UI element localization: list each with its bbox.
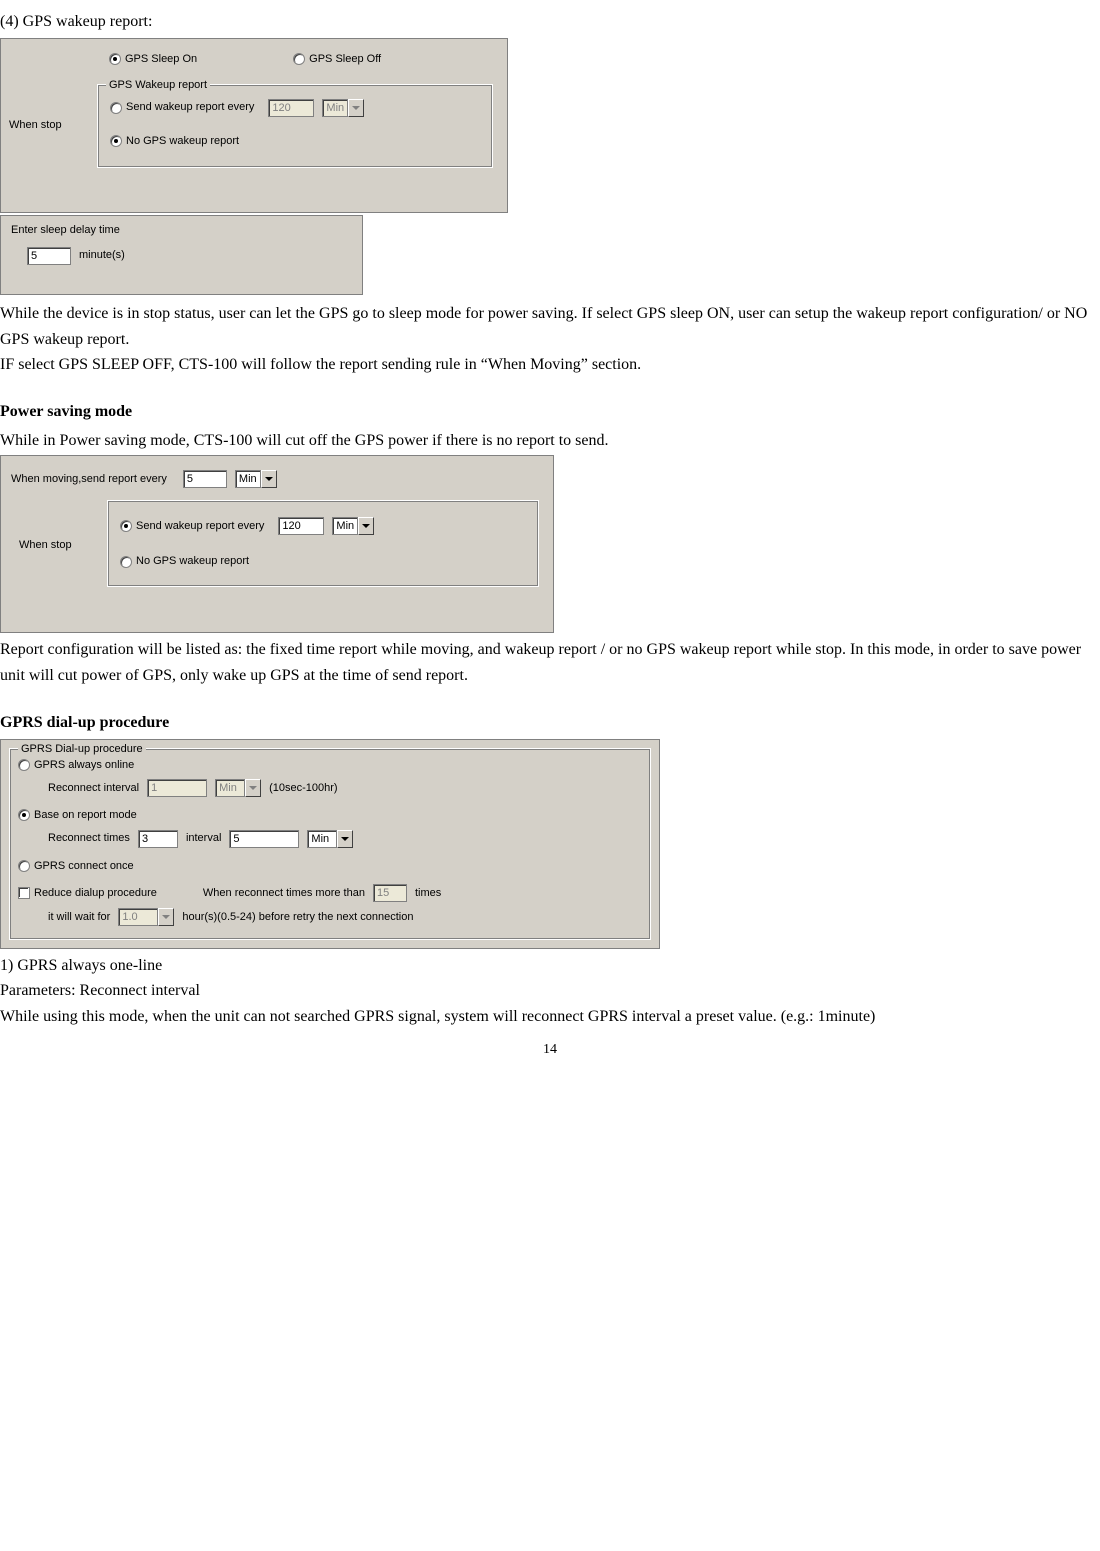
radio-label: GPRS always online	[34, 757, 134, 774]
paragraph: While the device is in stop status, user…	[0, 301, 1100, 352]
reduce-times-input[interactable]: 15	[373, 884, 407, 902]
reconnect-times-label: Reconnect times	[48, 830, 130, 847]
when-stop-label: When stop	[11, 537, 80, 554]
radio-send-wakeup-every[interactable]: Send wakeup report every	[120, 518, 264, 535]
reduce-wait-combo[interactable]: 1.0	[118, 908, 174, 926]
radio-label: GPRS connect once	[34, 858, 134, 875]
radio-dot-icon	[18, 759, 30, 771]
reduce-text-c: it will wait for	[48, 909, 110, 926]
radio-no-wakeup-report[interactable]: No GPS wakeup report	[120, 553, 249, 570]
radio-gprs-always-online[interactable]: GPRS always online	[18, 757, 134, 774]
radio-dot-icon	[120, 520, 132, 532]
moving-interval-input[interactable]: 5	[183, 470, 227, 488]
moving-unit-combo[interactable]: Min	[235, 470, 277, 488]
radio-gps-sleep-off[interactable]: GPS Sleep Off	[293, 51, 381, 68]
radio-no-wakeup-report[interactable]: No GPS wakeup report	[110, 133, 239, 150]
radio-gprs-connect-once[interactable]: GPRS connect once	[18, 858, 134, 875]
radio-dot-icon	[110, 102, 122, 114]
radio-label: Send wakeup report every	[136, 518, 264, 535]
wakeup-unit-combo[interactable]: Min	[332, 517, 374, 535]
checkbox-reduce-dialup[interactable]: Reduce dialup procedure	[18, 885, 157, 902]
gprs-heading: GPRS dial-up procedure	[0, 711, 1100, 735]
gprs-item-1-params: Parameters: Reconnect interval	[0, 978, 1100, 1004]
page-number: 14	[0, 1039, 1100, 1060]
combo-value: Min	[322, 99, 348, 117]
combo-value: 1.0	[118, 908, 158, 926]
radio-label: No GPS wakeup report	[126, 133, 239, 150]
radio-dot-icon	[293, 53, 305, 65]
radio-send-wakeup-every[interactable]: Send wakeup report every	[110, 99, 254, 116]
checkbox-box-icon	[18, 887, 30, 899]
power-saving-heading: Power saving mode	[0, 400, 1100, 424]
chevron-down-icon	[261, 470, 277, 488]
radio-dot-icon	[120, 556, 132, 568]
gprs-item-1: 1) GPRS always one-line	[0, 953, 1100, 979]
fieldset-legend: GPS Wakeup report	[106, 77, 210, 94]
paragraph: While in Power saving mode, CTS-100 will…	[0, 428, 1100, 454]
radio-base-on-report-mode[interactable]: Base on report mode	[18, 807, 137, 824]
paragraph: IF select GPS SLEEP OFF, CTS-100 will fo…	[0, 352, 1100, 378]
reconnect-times-input[interactable]: 3	[138, 830, 178, 848]
interval-input[interactable]: 5	[229, 830, 299, 848]
checkbox-label: Reduce dialup procedure	[34, 885, 157, 902]
combo-value: Min	[332, 517, 358, 535]
sleep-delay-title: Enter sleep delay time	[11, 222, 352, 239]
radio-dot-icon	[109, 53, 121, 65]
chevron-down-icon	[158, 908, 174, 926]
panel-power-saving: When moving,send report every 5 Min When…	[0, 455, 554, 633]
combo-value: Min	[307, 830, 337, 848]
reconnect-interval-range: (10sec-100hr)	[269, 780, 337, 797]
radio-dot-icon	[18, 860, 30, 872]
paragraph: Report configuration will be listed as: …	[0, 637, 1100, 688]
gprs-item-1-desc: While using this mode, when the unit can…	[0, 1004, 1100, 1030]
radio-dot-icon	[110, 135, 122, 147]
chevron-down-icon	[358, 517, 374, 535]
combo-value: Min	[235, 470, 261, 488]
reconnect-interval-unit-combo[interactable]: Min	[215, 779, 261, 797]
chevron-down-icon	[337, 830, 353, 848]
reduce-text-b: times	[415, 885, 441, 902]
wakeup-interval-input[interactable]: 120	[278, 517, 324, 535]
wakeup-interval-input[interactable]: 120	[268, 99, 314, 117]
interval-label: interval	[186, 830, 221, 847]
wakeup-unit-combo[interactable]: Min	[322, 99, 364, 117]
reconnect-interval-input[interactable]: 1	[147, 779, 207, 797]
sleep-delay-input[interactable]: 5	[27, 247, 71, 265]
radio-label: GPS Sleep On	[125, 51, 197, 68]
radio-dot-icon	[18, 809, 30, 821]
radio-label: No GPS wakeup report	[136, 553, 249, 570]
combo-value: Min	[215, 779, 245, 797]
panel-sleep-delay: Enter sleep delay time 5 minute(s)	[0, 215, 363, 295]
chevron-down-icon	[348, 99, 364, 117]
reduce-text-d: hour(s)(0.5-24) before retry the next co…	[182, 909, 413, 926]
interval-unit-combo[interactable]: Min	[307, 830, 353, 848]
fieldset-legend: GPRS Dial-up procedure	[18, 741, 146, 758]
section-4-title: (4) GPS wakeup report:	[0, 10, 1100, 34]
radio-label: Base on report mode	[34, 807, 137, 824]
radio-gps-sleep-on[interactable]: GPS Sleep On	[109, 51, 197, 68]
reduce-text-a: When reconnect times more than	[203, 885, 365, 902]
chevron-down-icon	[245, 779, 261, 797]
reconnect-interval-label: Reconnect interval	[48, 780, 139, 797]
radio-label: GPS Sleep Off	[309, 51, 381, 68]
panel-gprs-dialup: GPRS Dial-up procedure GPRS always onlin…	[0, 739, 660, 949]
when-stop-label: When stop	[1, 117, 70, 134]
panel-gps-wakeup: When stop GPS Sleep On GPS Sleep Off GPS…	[0, 38, 508, 213]
when-moving-label: When moving,send report every	[11, 471, 167, 488]
sleep-delay-unit: minute(s)	[79, 247, 125, 264]
radio-label: Send wakeup report every	[126, 99, 254, 116]
